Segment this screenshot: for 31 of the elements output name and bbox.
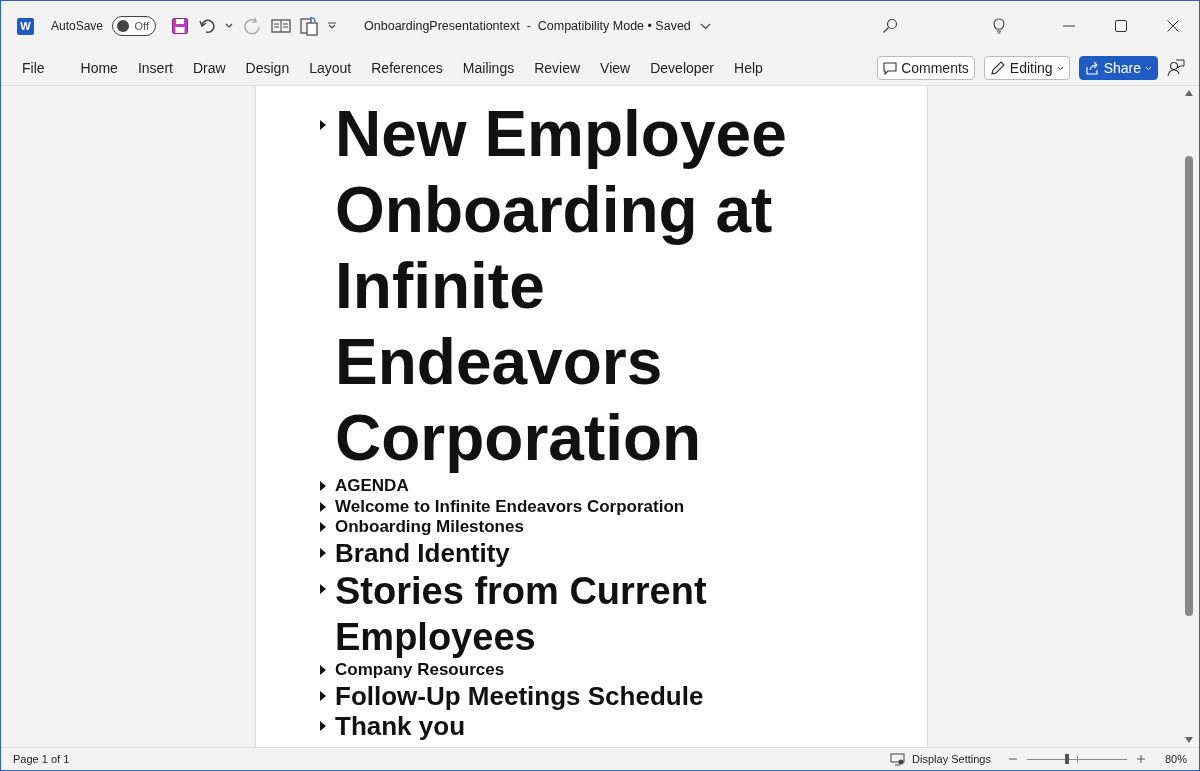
display-settings-label[interactable]: Display Settings	[912, 753, 991, 765]
page-count[interactable]: Page 1 of 1	[13, 753, 70, 765]
ribbon-tab[interactable]: Review	[524, 60, 591, 76]
ribbon-tab[interactable]: Developer	[640, 60, 725, 76]
zoom-percentage[interactable]: 80%	[1164, 753, 1187, 765]
ribbon-tab[interactable]: Layout	[299, 60, 362, 76]
outline-heading: Company Resources	[335, 660, 506, 681]
ribbon-tab[interactable]: Draw	[182, 60, 236, 76]
autosave-toggle[interactable]: Off	[112, 16, 157, 36]
outline-heading: Welcome to Infinite Endeavors Corporation	[335, 496, 686, 517]
comments-button[interactable]: Comments	[877, 56, 975, 80]
ribbon-tab[interactable]: Home	[70, 60, 128, 76]
outline-heading: New Employee Onboarding at Infinite Endeavors Corporation	[335, 97, 788, 476]
ribbon-tab[interactable]: Mailings	[452, 60, 525, 76]
outline-heading: Follow-Up Meetings Schedule	[335, 680, 705, 711]
outline-heading: Thank you	[335, 711, 466, 742]
ribbon-tab[interactable]: View	[590, 60, 641, 76]
ribbon-tab[interactable]: References	[361, 60, 453, 76]
outline-heading: Brand Identity	[335, 537, 511, 568]
outline-heading: AGENDA	[335, 476, 410, 497]
autosave-label: AutoSave	[51, 19, 104, 33]
document-title[interactable]: OnboardingPresentationtext - Compatibility Mode • Saved	[364, 19, 691, 33]
ribbon-tab[interactable]: Insert	[127, 60, 183, 76]
ribbon-tab[interactable]: Help	[724, 60, 773, 76]
ribbon-tab[interactable]: Design	[235, 60, 300, 76]
outline-heading: Onboarding Milestones	[335, 517, 525, 538]
ribbon-tab[interactable]: File	[12, 60, 55, 76]
word-app-icon: W	[17, 17, 34, 35]
outline-heading: Stories from Current Employees	[335, 569, 708, 660]
editing-button[interactable]: Editing	[983, 56, 1070, 80]
share-button[interactable]: Share	[1078, 56, 1158, 80]
